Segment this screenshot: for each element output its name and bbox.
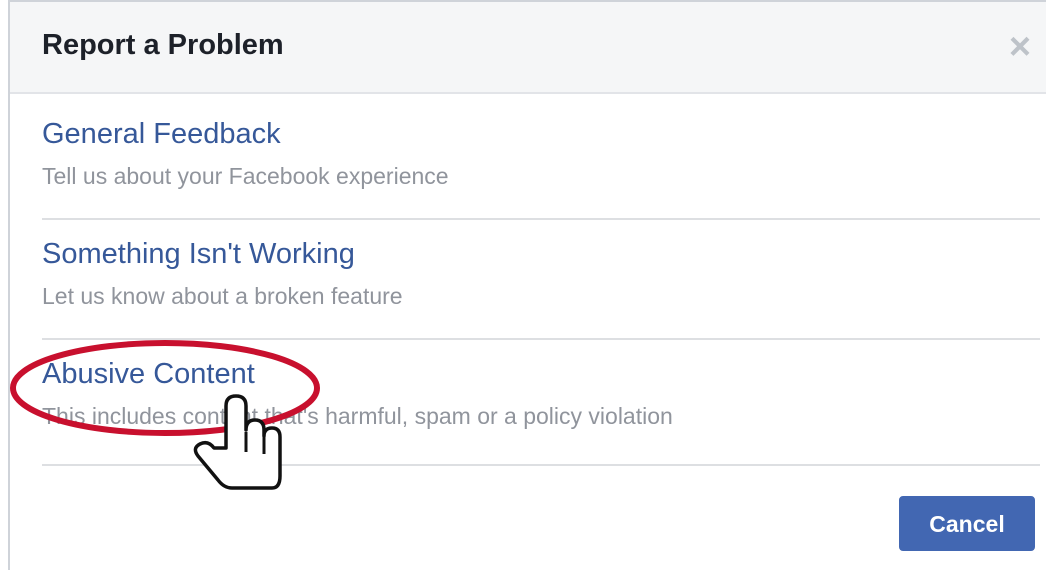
dialog-title: Report a Problem xyxy=(42,29,284,61)
option-something-isnt-working[interactable]: Something Isn't Working Let us know abou… xyxy=(42,238,1040,310)
option-description: Let us know about a broken feature xyxy=(42,283,403,309)
option-title[interactable]: General Feedback xyxy=(42,118,1040,151)
cancel-button[interactable]: Cancel xyxy=(899,496,1035,551)
close-icon[interactable]: × xyxy=(1003,28,1037,66)
option-abusive-content[interactable]: Abusive Content This includes content th… xyxy=(42,358,1040,430)
option-title[interactable]: Something Isn't Working xyxy=(42,238,1040,271)
option-title[interactable]: Abusive Content xyxy=(42,358,1040,391)
option-general-feedback[interactable]: General Feedback Tell us about your Face… xyxy=(42,118,1040,190)
divider xyxy=(42,218,1040,220)
option-description: This includes content that's harmful, sp… xyxy=(42,403,673,429)
dialog-header: Report a Problem × xyxy=(10,2,1046,94)
divider xyxy=(42,338,1040,340)
divider xyxy=(42,464,1040,466)
option-description: Tell us about your Facebook experience xyxy=(42,163,449,189)
report-problem-dialog: Report a Problem × General Feedback Tell… xyxy=(8,0,1046,570)
